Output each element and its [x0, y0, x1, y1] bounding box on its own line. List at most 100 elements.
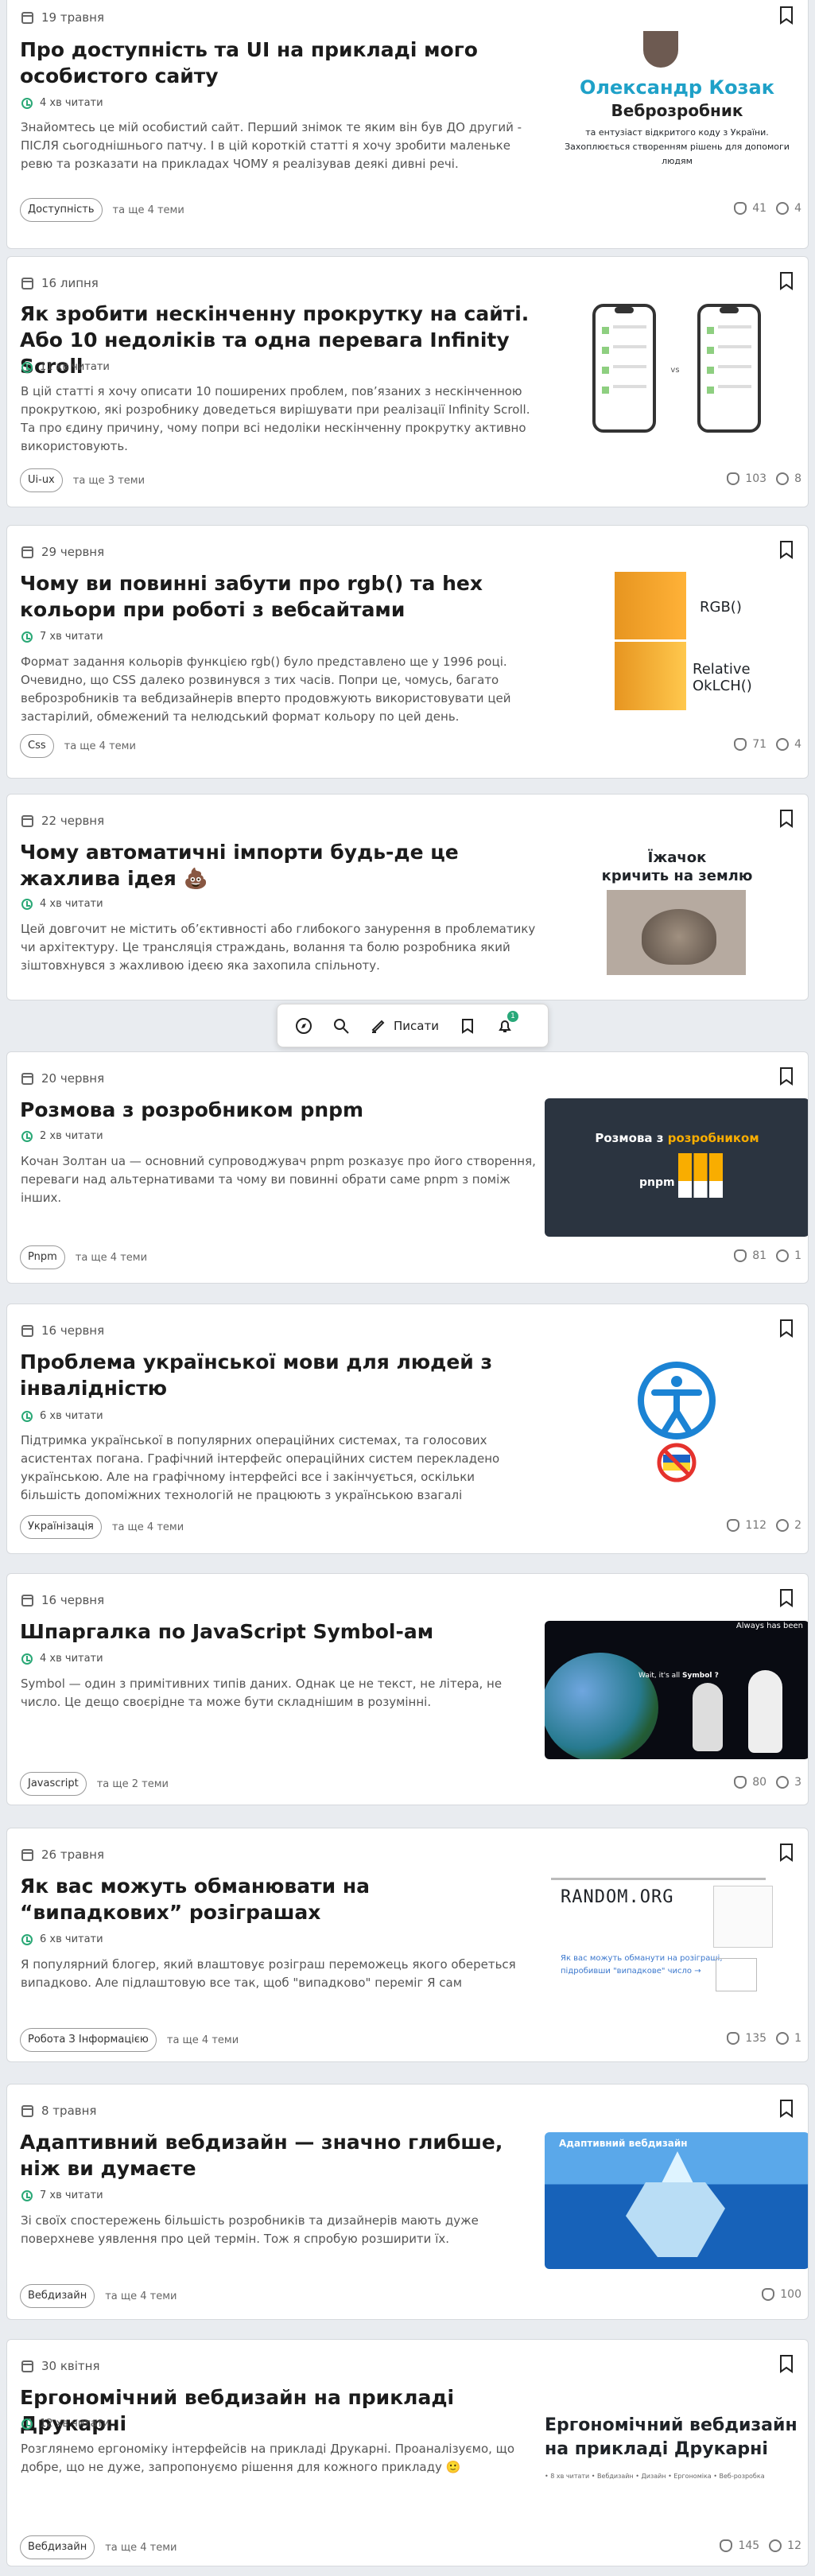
- hedgehog-thumbnail[interactable]: Їжачок кричить на землю: [545, 836, 808, 975]
- post-title[interactable]: Проблема української мови для людей з ін…: [20, 1349, 537, 1401]
- post-excerpt: Знайомтесь це мій особистий сайт. Перший…: [21, 120, 522, 171]
- more-topics[interactable]: та ще 3 теми: [73, 475, 145, 487]
- more-topics[interactable]: та ще 4 теми: [105, 2290, 177, 2302]
- mobile-comparison-thumbnail[interactable]: vs: [545, 299, 809, 436]
- more-topics[interactable]: та ще 4 теми: [167, 2034, 239, 2046]
- search-icon[interactable]: [332, 1017, 350, 1035]
- bookmark-icon[interactable]: [779, 1843, 794, 1862]
- bookmark-icon[interactable]: [779, 1319, 794, 1338]
- post-card[interactable]: 8 травня Адаптивний вебдизайн — значно г…: [6, 2084, 809, 2320]
- calendar-icon: [21, 2360, 33, 2372]
- reaction-icon[interactable]: [720, 2539, 733, 2552]
- post-excerpt: Цей довгочит не містить об’єктивності аб…: [21, 922, 536, 973]
- reaction-icon[interactable]: [762, 2288, 775, 2301]
- write-button[interactable]: Писати: [370, 1017, 439, 1035]
- more-topics[interactable]: та ще 4 теми: [76, 1252, 147, 1264]
- post-title[interactable]: Чому ви повинні забути про rgb() та hex …: [20, 570, 537, 623]
- read-time: 7 хв читати: [21, 2189, 103, 2201]
- notification-badge: 1: [506, 1010, 518, 1022]
- more-topics[interactable]: та ще 2 теми: [97, 1778, 169, 1790]
- topic-tag[interactable]: Вебдизайн: [20, 2284, 95, 2308]
- thumbnail-text: Як вас можуть обманути на розіграші,: [561, 1954, 723, 1963]
- topic-tag[interactable]: Доступність: [20, 198, 103, 222]
- author-tagline: та ентузіаст відкритого коду з України.: [585, 127, 769, 138]
- pnpm-thumbnail[interactable]: Розмова з розробником pnpm: [545, 1098, 808, 1237]
- reaction-count: 135: [745, 2032, 767, 2045]
- reaction-icon[interactable]: [734, 1249, 747, 1262]
- reaction-icon[interactable]: [727, 1519, 740, 1532]
- post-card[interactable]: 26 травня Як вас можуть обманювати на “в…: [6, 1828, 809, 2062]
- topic-tag[interactable]: Css: [20, 734, 54, 758]
- compass-icon[interactable]: [295, 1017, 312, 1035]
- random-org-thumbnail[interactable]: RANDOM.ORG Як вас можуть обманути на роз…: [545, 1876, 808, 2011]
- post-title[interactable]: Розмова з розробником pnpm: [20, 1097, 537, 1123]
- symbol-meme-thumbnail[interactable]: Always has been Wait, it's all Symbol ?: [545, 1621, 808, 1759]
- bookmark-icon[interactable]: [779, 2354, 794, 2373]
- bookmark-icon[interactable]: [779, 809, 794, 828]
- accessibility-thumbnail[interactable]: [545, 1352, 809, 1490]
- bookmark-icon[interactable]: [779, 1588, 794, 1607]
- post-date: 29 червня: [21, 545, 104, 559]
- notification-button[interactable]: 1: [496, 1010, 518, 1035]
- post-card[interactable]: 29 червня Чому ви повинні забути про rgb…: [6, 525, 809, 779]
- topic-tag[interactable]: Вебдизайн: [20, 2535, 95, 2559]
- post-card[interactable]: 19 травня Про доступність та UI на прикл…: [6, 0, 809, 249]
- comment-icon[interactable]: [776, 1776, 790, 1789]
- comment-icon[interactable]: [776, 1519, 790, 1532]
- reaction-icon[interactable]: [727, 472, 740, 485]
- post-card[interactable]: 16 липня Як зробити нескінченну прокрутк…: [6, 256, 809, 507]
- meme-caption: Always has been: [735, 1622, 803, 1630]
- topic-tag[interactable]: Pnpm: [20, 1245, 65, 1269]
- topic-tag[interactable]: Робота З Інформацією: [20, 2028, 157, 2052]
- reaction-icon[interactable]: [734, 1776, 747, 1789]
- reaction-icon[interactable]: [727, 2032, 740, 2045]
- comment-icon[interactable]: [776, 2032, 790, 2045]
- bookmark-icon[interactable]: [779, 271, 794, 290]
- read-time: 4 хв читати: [21, 97, 103, 109]
- more-topics[interactable]: та ще 4 теми: [113, 204, 184, 216]
- post-title[interactable]: Про доступність та UI на прикладі мого о…: [20, 37, 537, 89]
- meme-thumbnail[interactable]: RGB() Relative OkLCH(): [545, 572, 808, 710]
- post-card[interactable]: 16 червня Шпаргалка по JavaScript Symbol…: [6, 1573, 809, 1805]
- post-title[interactable]: Адаптивний вебдизайн — значно глибше, ні…: [20, 2129, 537, 2182]
- more-topics[interactable]: та ще 4 теми: [105, 2542, 177, 2554]
- post-card[interactable]: 20 червня Розмова з розробником pnpm 2 х…: [6, 1051, 809, 1284]
- bookmark-icon[interactable]: [779, 540, 794, 559]
- topic-tag[interactable]: Українізація: [20, 1515, 102, 1539]
- post-title[interactable]: Чому автоматичні імпорти будь-де це жахл…: [20, 839, 537, 892]
- post-excerpt: В цій статті я хочу описати 10 поширених…: [21, 384, 530, 453]
- reaction-icon[interactable]: [734, 202, 747, 215]
- more-topics[interactable]: та ще 4 теми: [64, 740, 136, 752]
- bookmark-icon[interactable]: [779, 1067, 794, 1086]
- comment-icon[interactable]: [776, 472, 790, 485]
- reaction-count: 112: [745, 1519, 767, 1532]
- clock-icon: [21, 898, 33, 910]
- comment-count: 4: [794, 738, 801, 751]
- read-time: 6 хв читати: [21, 1933, 103, 1945]
- post-excerpt: Кочан Золтан ua — основний супроводжувач…: [21, 1154, 536, 1205]
- bookmark-icon[interactable]: [779, 6, 794, 25]
- ergonomics-thumbnail[interactable]: Ергономічний вебдизайн на прикладі Друка…: [545, 2389, 808, 2524]
- topic-tag[interactable]: Javascript: [20, 1772, 87, 1796]
- author-card-thumbnail[interactable]: Олександр Козак Веброзробник та ентузіас…: [545, 31, 808, 165]
- comment-icon[interactable]: [769, 2539, 782, 2552]
- comment-icon[interactable]: [776, 1249, 790, 1262]
- comment-icon[interactable]: [776, 202, 790, 215]
- iceberg-thumbnail[interactable]: Адаптивний вебдизайн: [545, 2132, 808, 2269]
- bookmark-icon[interactable]: [459, 1017, 476, 1035]
- bookmark-icon[interactable]: [779, 2099, 794, 2118]
- clock-icon: [21, 1653, 33, 1665]
- reaction-icon[interactable]: [734, 738, 747, 751]
- post-date: 26 травня: [21, 1847, 104, 1862]
- post-title[interactable]: Шпаргалка по JavaScript Symbol-ам: [20, 1618, 537, 1645]
- reaction-count: 103: [745, 472, 767, 485]
- topic-tag[interactable]: Ui-ux: [20, 468, 63, 492]
- post-excerpt: Підтримка української в популярних опера…: [21, 1433, 500, 1502]
- post-card[interactable]: 16 червня Проблема української мови для …: [6, 1304, 809, 1554]
- comment-icon[interactable]: [776, 738, 790, 751]
- reaction-count: 41: [752, 202, 767, 215]
- post-card[interactable]: 22 червня Чому автоматичні імпорти будь-…: [6, 794, 809, 1000]
- post-card[interactable]: 30 квітня Ергономічний вебдизайн на прик…: [6, 2339, 809, 2566]
- post-title[interactable]: Як вас можуть обманювати на “випадкових”…: [20, 1873, 537, 1925]
- more-topics[interactable]: та ще 4 теми: [112, 1521, 184, 1533]
